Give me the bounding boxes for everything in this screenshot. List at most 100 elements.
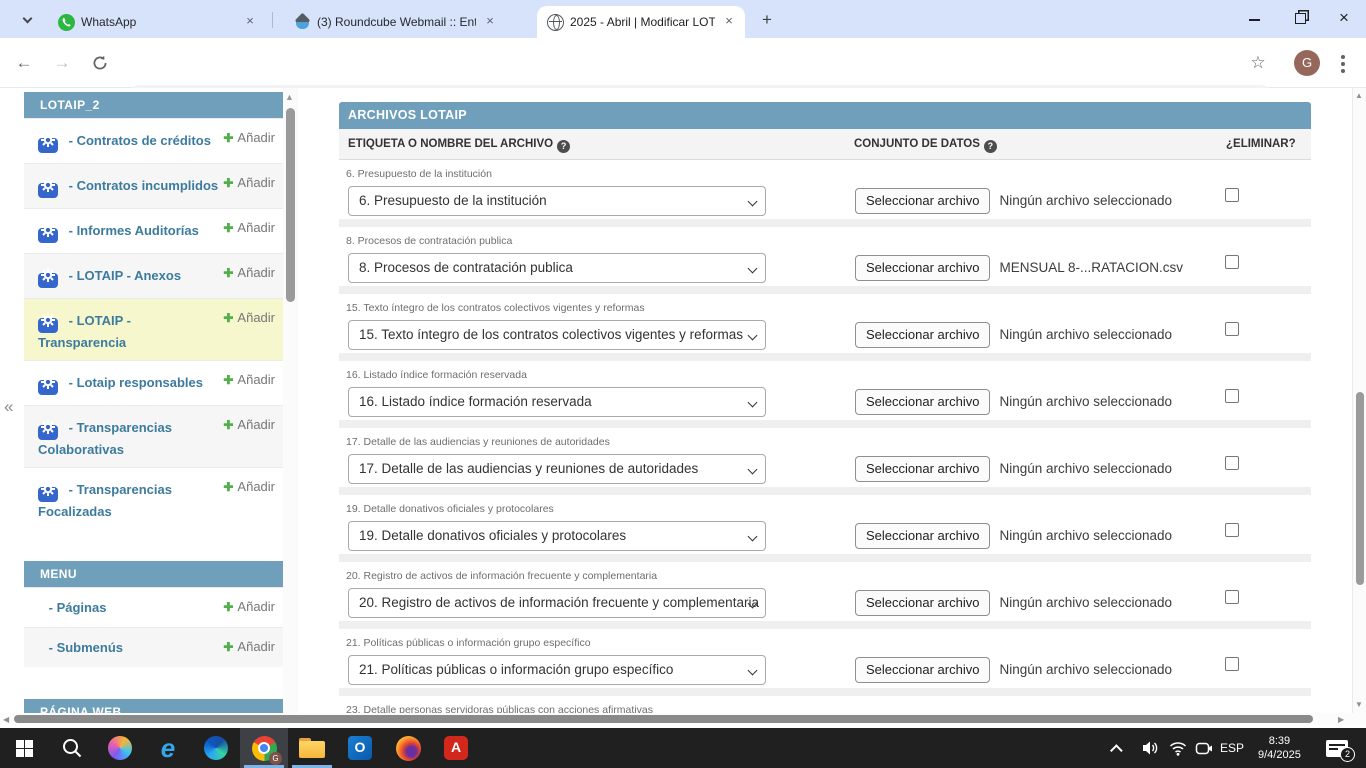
archivo-select[interactable]: 21. Políticas públicas o información gru…	[348, 655, 766, 685]
sidebar-item-submenus[interactable]: Añadir - Submenús	[24, 627, 283, 667]
sidebar-item-transparencias-colaborativas[interactable]: Añadir - Transparencias Colaborativas	[24, 405, 283, 467]
close-window-button[interactable]	[1322, 0, 1366, 38]
taskbar-edge-button[interactable]	[192, 728, 240, 768]
taskbar-ie-button[interactable]	[144, 728, 192, 768]
taskbar-acrobat-button[interactable]	[432, 728, 480, 768]
archivo-select[interactable]: 8. Procesos de contratación publica	[348, 253, 766, 283]
seleccionar-archivo-button[interactable]: Seleccionar archivo	[855, 456, 990, 482]
bookmark-star-icon[interactable]	[1246, 51, 1270, 75]
sidebar-item-lotaip-anexos[interactable]: Añadir - LOTAIP - Anexos	[24, 253, 283, 298]
seleccionar-archivo-button[interactable]: Seleccionar archivo	[855, 188, 990, 214]
tab-lotaip-active[interactable]: 2025 - Abril | Modificar LOTAIP	[537, 6, 745, 38]
sidebar-item-paginas[interactable]: Añadir - Páginas	[24, 587, 283, 627]
archivo-select[interactable]: 17. Detalle de las audiencias y reunione…	[348, 454, 766, 484]
profile-avatar[interactable]: G	[1294, 50, 1320, 76]
sidebar-item-informes-auditorias[interactable]: Añadir - Informes Auditorías	[24, 208, 283, 253]
taskbar-outlook-button[interactable]	[336, 728, 384, 768]
seleccionar-archivo-button[interactable]: Seleccionar archivo	[855, 255, 990, 281]
tray-show-hidden-button[interactable]	[1114, 728, 1123, 768]
browser-menu-icon[interactable]	[1341, 55, 1345, 59]
sidebar-item-lotaip-transparencia[interactable]: Añadir - LOTAIP - Transparencia	[24, 298, 283, 360]
tab-search-button[interactable]	[16, 9, 38, 31]
add-link[interactable]: Añadir	[223, 416, 275, 434]
add-link[interactable]: Añadir	[223, 598, 275, 616]
eliminar-checkbox[interactable]	[1225, 188, 1239, 202]
taskbar-explorer-button[interactable]	[288, 728, 336, 768]
eliminar-checkbox[interactable]	[1225, 523, 1239, 537]
reload-button[interactable]	[88, 51, 112, 75]
tray-volume-button[interactable]	[1142, 728, 1160, 768]
sidebar-item-label: - Páginas	[49, 600, 107, 615]
close-icon[interactable]	[721, 14, 737, 30]
sidebar-item-contratos-creditos[interactable]: Añadir - Contratos de créditos	[24, 118, 283, 163]
plus-icon	[223, 265, 233, 280]
file-row: 20. Registro de activos de información f…	[339, 562, 1311, 621]
archivo-select[interactable]: 6. Presupuesto de la institución	[348, 186, 766, 216]
back-button[interactable]	[12, 51, 36, 75]
section-header: LOTAIP_2	[24, 92, 283, 118]
page-horizontal-scrollbar[interactable]	[0, 713, 1366, 725]
tray-wifi-button[interactable]	[1169, 728, 1187, 768]
archivo-select[interactable]: 20. Registro de activos de información f…	[348, 588, 766, 618]
plus-icon	[223, 220, 233, 235]
add-link[interactable]: Añadir	[223, 638, 275, 656]
forward-button[interactable]	[50, 51, 74, 75]
tab-roundcube[interactable]: (3) Roundcube Webmail :: Entra	[284, 6, 506, 38]
restore-button[interactable]	[1278, 0, 1322, 38]
file-row: 8. Procesos de contratación publica 8. P…	[339, 227, 1311, 286]
add-link[interactable]: Añadir	[223, 264, 275, 282]
scrollbar-thumb[interactable]	[1356, 392, 1364, 585]
taskbar-copilot-button[interactable]	[96, 728, 144, 768]
add-link[interactable]: Añadir	[223, 219, 275, 237]
add-link[interactable]: Añadir	[223, 309, 275, 327]
tray-meet-now-button[interactable]	[1195, 728, 1213, 768]
gear-icon	[38, 175, 58, 199]
plus-icon	[223, 130, 233, 145]
eliminar-checkbox[interactable]	[1225, 456, 1239, 470]
close-icon[interactable]	[482, 14, 498, 30]
archivo-select[interactable]: 15. Texto íntegro de los contratos colec…	[348, 320, 766, 350]
start-button[interactable]	[0, 728, 48, 768]
archivo-select[interactable]: 19. Detalle donativos oficiales y protoc…	[348, 521, 766, 551]
add-link[interactable]: Añadir	[223, 129, 275, 147]
seleccionar-archivo-button[interactable]: Seleccionar archivo	[855, 322, 990, 348]
new-tab-button[interactable]	[756, 9, 778, 31]
sidebar-collapse-button[interactable]	[4, 397, 13, 417]
scroll-up-icon[interactable]	[285, 92, 294, 102]
row-separator	[339, 420, 1311, 428]
scroll-up-icon[interactable]	[1355, 91, 1363, 100]
minimize-button[interactable]	[1232, 0, 1276, 38]
page-vertical-scrollbar[interactable]	[1352, 88, 1366, 713]
eliminar-checkbox[interactable]	[1225, 590, 1239, 604]
sidebar-scrollbar[interactable]	[283, 88, 298, 713]
sidebar-item-contratos-incumplidos[interactable]: Añadir - Contratos incumplidos	[24, 163, 283, 208]
seleccionar-archivo-button[interactable]: Seleccionar archivo	[855, 389, 990, 415]
eliminar-checkbox[interactable]	[1225, 322, 1239, 336]
tab-whatsapp[interactable]: WhatsApp	[48, 6, 266, 38]
clock-time: 8:39	[1258, 734, 1301, 748]
add-link[interactable]: Añadir	[223, 371, 275, 389]
taskbar-firefox-button[interactable]	[384, 728, 432, 768]
scrollbar-thumb[interactable]	[286, 108, 295, 302]
taskbar-search-button[interactable]	[48, 728, 96, 768]
eliminar-checkbox[interactable]	[1225, 389, 1239, 403]
seleccionar-archivo-button[interactable]: Seleccionar archivo	[855, 523, 990, 549]
tray-notification-button[interactable]: 2	[1326, 728, 1348, 768]
scroll-right-icon[interactable]	[1338, 715, 1344, 724]
sidebar-item-lotaip-responsables[interactable]: Añadir - Lotaip responsables	[24, 360, 283, 405]
close-icon[interactable]	[242, 14, 258, 30]
seleccionar-archivo-button[interactable]: Seleccionar archivo	[855, 657, 990, 683]
scroll-down-icon[interactable]	[1355, 700, 1363, 709]
sidebar-item-transparencias-focalizadas[interactable]: Añadir - Transparencias Focalizadas	[24, 467, 283, 529]
scrollbar-thumb[interactable]	[14, 715, 1313, 723]
tray-language-indicator[interactable]: ESP	[1220, 728, 1244, 768]
eliminar-checkbox[interactable]	[1225, 255, 1239, 269]
archivo-select[interactable]: 16. Listado índice formación reservada	[348, 387, 766, 417]
tray-clock[interactable]: 8:39 9/4/2025	[1258, 728, 1301, 768]
taskbar-chrome-button[interactable]: G	[240, 728, 288, 768]
seleccionar-archivo-button[interactable]: Seleccionar archivo	[855, 590, 990, 616]
add-link[interactable]: Añadir	[223, 174, 275, 192]
scroll-left-icon[interactable]	[3, 715, 9, 724]
add-link[interactable]: Añadir	[223, 478, 275, 496]
eliminar-checkbox[interactable]	[1225, 657, 1239, 671]
